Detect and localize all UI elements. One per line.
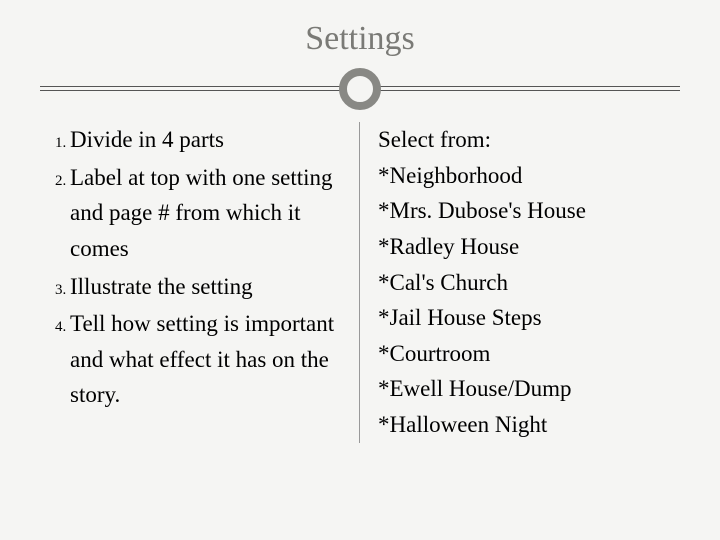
- select-heading: Select from:: [378, 122, 680, 158]
- divider-circle-icon: [339, 68, 381, 110]
- option-item: *Mrs. Dubose's House: [378, 193, 680, 229]
- option-item: *Courtroom: [378, 336, 680, 372]
- list-item: Tell how setting is important and what e…: [70, 306, 341, 413]
- instruction-list: Divide in 4 parts Label at top with one …: [40, 122, 341, 413]
- page-title: Settings: [40, 20, 680, 58]
- option-item: *Neighborhood: [378, 158, 680, 194]
- content-columns: Divide in 4 parts Label at top with one …: [40, 122, 680, 443]
- left-column: Divide in 4 parts Label at top with one …: [40, 122, 360, 443]
- title-wrap: Settings: [40, 20, 680, 58]
- slide: Settings Divide in 4 parts Label at top …: [0, 0, 720, 540]
- title-divider: [40, 62, 680, 112]
- list-item: Label at top with one setting and page #…: [70, 160, 341, 267]
- option-item: *Cal's Church: [378, 265, 680, 301]
- right-column: Select from: *Neighborhood *Mrs. Dubose'…: [360, 122, 680, 443]
- option-item: *Radley House: [378, 229, 680, 265]
- option-item: *Jail House Steps: [378, 300, 680, 336]
- option-item: *Halloween Night: [378, 407, 680, 443]
- list-item: Illustrate the setting: [70, 269, 341, 305]
- option-item: *Ewell House/Dump: [378, 371, 680, 407]
- list-item: Divide in 4 parts: [70, 122, 341, 158]
